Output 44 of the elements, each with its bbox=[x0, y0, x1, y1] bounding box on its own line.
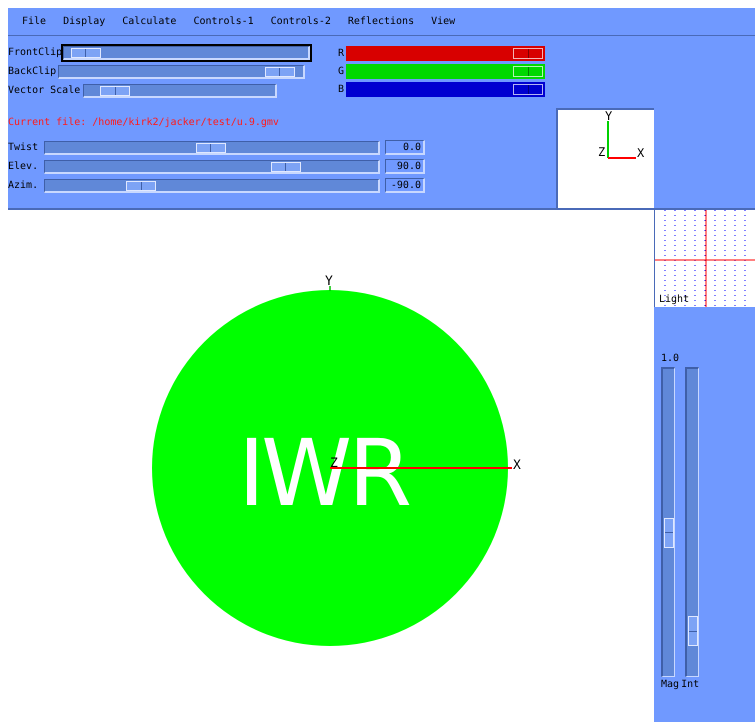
value-field[interactable]: 90.0 bbox=[385, 159, 425, 174]
slider-label: R bbox=[338, 48, 344, 58]
slider-thumb[interactable] bbox=[126, 180, 156, 190]
slider-reading: 1.0 bbox=[661, 354, 680, 364]
slider-thumb[interactable] bbox=[100, 86, 130, 96]
slider-label: Int bbox=[681, 680, 700, 690]
slider-thumb[interactable] bbox=[270, 162, 301, 172]
slider-label: Twist bbox=[8, 142, 40, 152]
slider-track[interactable] bbox=[83, 84, 278, 98]
menu-item[interactable]: Calculate bbox=[120, 14, 178, 29]
slider-label: BackClip bbox=[8, 67, 56, 77]
menu-item[interactable]: File bbox=[20, 14, 48, 29]
menu-item[interactable]: View bbox=[429, 14, 458, 29]
slider-thumb[interactable] bbox=[264, 67, 295, 77]
slider-label: Mag bbox=[661, 680, 680, 690]
slider-track[interactable] bbox=[63, 46, 310, 60]
color-slider-track[interactable] bbox=[346, 46, 545, 61]
menu-item[interactable]: Controls-2 bbox=[268, 14, 333, 29]
color-slider-track[interactable] bbox=[346, 82, 545, 97]
slider-track[interactable] bbox=[44, 140, 380, 154]
menu-item[interactable]: Controls-1 bbox=[191, 14, 256, 29]
slider-thumb[interactable] bbox=[70, 48, 101, 58]
slider-label: G bbox=[338, 66, 344, 76]
value-field[interactable]: -90.0 bbox=[385, 178, 425, 193]
slider-thumb[interactable] bbox=[664, 518, 674, 548]
slider-track[interactable] bbox=[44, 178, 380, 192]
menu-item[interactable]: Display bbox=[61, 14, 108, 29]
current-file-text: Current file: /home/kirk2/jacker/test/u.9.gmv bbox=[8, 118, 280, 128]
slider-label: Vector Scale bbox=[8, 86, 80, 96]
slider-thumb[interactable] bbox=[196, 142, 226, 152]
slider-label: Elev. bbox=[8, 162, 40, 172]
slider-track[interactable] bbox=[661, 367, 675, 677]
slider-label: B bbox=[338, 84, 344, 94]
light-label: Light bbox=[659, 295, 690, 305]
value-field[interactable]: 0.0 bbox=[385, 140, 425, 155]
slider-track[interactable] bbox=[44, 160, 380, 174]
slider-label: FrontClip bbox=[8, 48, 62, 58]
axes-drawing: Y Z X bbox=[558, 110, 654, 208]
slider-label: Azim. bbox=[8, 180, 40, 190]
slider-track[interactable] bbox=[685, 367, 699, 677]
menu-item[interactable]: Reflections bbox=[346, 14, 416, 29]
slider-thumb[interactable] bbox=[688, 616, 698, 646]
slider-track[interactable] bbox=[58, 65, 306, 79]
color-slider-track[interactable] bbox=[346, 64, 545, 79]
